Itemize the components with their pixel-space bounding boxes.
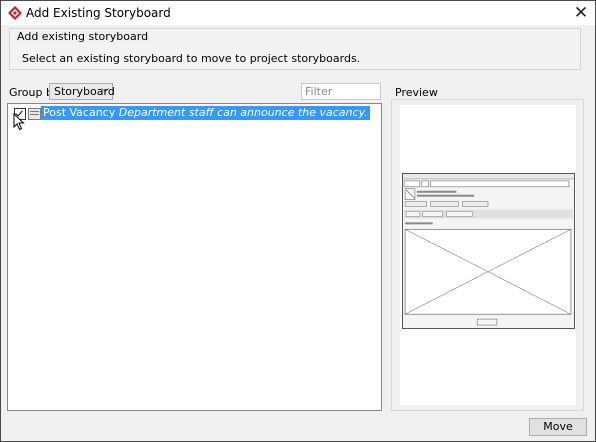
app-logo-icon bbox=[8, 6, 22, 20]
dialog-window: Add Existing Storyboard ✕ Add existing s… bbox=[0, 0, 596, 442]
item-description: Department staff can announce the vacanc… bbox=[118, 106, 368, 119]
title-bar[interactable]: Add Existing Storyboard ✕ bbox=[1, 1, 595, 25]
move-button[interactable]: Move bbox=[529, 418, 587, 436]
group-by-dropdown[interactable]: Storyboard ⌵ bbox=[49, 83, 115, 100]
mouse-cursor-icon bbox=[13, 113, 25, 131]
close-button[interactable]: ✕ bbox=[571, 3, 591, 23]
preview-thumbnail-icon bbox=[402, 173, 575, 329]
storyboard-tree[interactable]: Post Vacancy Department staff can announ… bbox=[7, 103, 382, 411]
preview-label: Preview bbox=[395, 86, 438, 99]
item-label[interactable]: Post Vacancy Department staff can announ… bbox=[41, 106, 370, 120]
filter-input[interactable] bbox=[301, 83, 381, 100]
storyboard-icon bbox=[28, 108, 41, 120]
item-name: Post Vacancy bbox=[43, 106, 116, 119]
tree-item[interactable]: Post Vacancy Department staff can announ… bbox=[12, 106, 372, 121]
group-box-title: Add existing storyboard bbox=[15, 30, 151, 43]
close-icon: ✕ bbox=[573, 3, 589, 23]
window-title: Add Existing Storyboard bbox=[26, 6, 171, 20]
chevron-down-icon: ⌵ bbox=[101, 84, 109, 95]
group-box-description: Select an existing storyboard to move to… bbox=[22, 52, 361, 65]
